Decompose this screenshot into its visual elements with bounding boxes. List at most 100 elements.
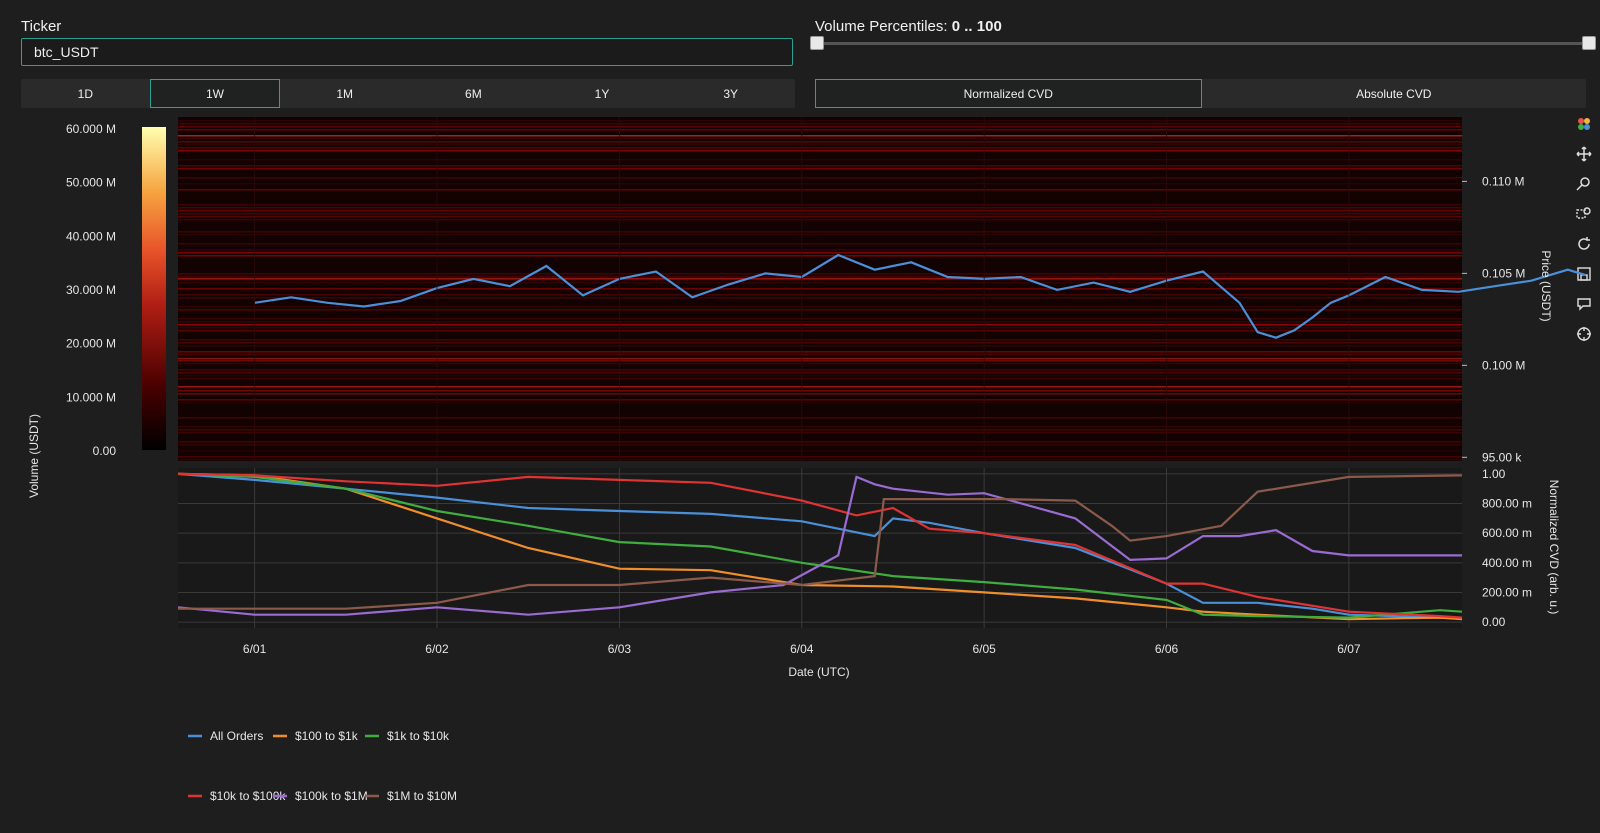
heatmap-band xyxy=(178,273,1462,275)
heatmap-band xyxy=(178,358,1462,360)
colorbar-title: Volume (USDT) xyxy=(27,414,41,498)
date-tick-label: 6/05 xyxy=(972,642,996,656)
colorbar-tick-label: 50.000 M xyxy=(66,176,116,190)
date-axis-title: Date (UTC) xyxy=(788,665,849,679)
heatmap-band xyxy=(178,135,1462,137)
cvd-tick-label: 0.00 xyxy=(1482,615,1506,629)
colorbar-tick-label: 20.000 M xyxy=(66,337,116,351)
heatmap-band xyxy=(178,321,1462,323)
date-axis-ticks: 6/01 6/02 6/03 6/04 6/05 6/06 6/07 xyxy=(243,642,1361,656)
heatmap-band xyxy=(178,318,1462,320)
heatmap-band xyxy=(178,432,1462,434)
heatmap-band xyxy=(178,231,1462,233)
price-tick-label: 0.110 M xyxy=(1482,174,1524,188)
legend-item-label[interactable]: $1k to $10k xyxy=(387,729,450,743)
timeframe-1y-button[interactable]: 1Y xyxy=(538,79,667,108)
cvd-tick-label: 400.00 m xyxy=(1482,556,1532,570)
heatmap-band xyxy=(178,360,1462,362)
cvd-tick-label: 600.00 m xyxy=(1482,526,1532,540)
heatmap-band xyxy=(178,120,1462,122)
heatmap-band xyxy=(178,417,1462,419)
heatmap-band xyxy=(178,141,1462,143)
heatmap-band xyxy=(178,234,1462,236)
heatmap-band xyxy=(178,150,1462,152)
cvd-tick-label: 200.00 m xyxy=(1482,585,1532,599)
heatmap-band xyxy=(178,189,1462,191)
heatmap-band xyxy=(178,363,1462,365)
heatmap-band xyxy=(178,441,1462,443)
date-tick-label: 6/01 xyxy=(243,642,267,656)
legend: All Orders $100 to $1k $1k to $10k$10k to … xyxy=(188,729,457,803)
heatmap-band xyxy=(178,177,1462,179)
heatmap-band xyxy=(178,294,1462,296)
colorbar-ticks: 60.000 M 50.000 M 40.000 M 30.000 M 20.000 M… xyxy=(66,122,116,458)
slider-handle-max[interactable] xyxy=(1582,36,1596,50)
legend-item-label[interactable]: $100 to $1k xyxy=(295,729,359,743)
heatmap-band xyxy=(178,278,1462,280)
price-tick-label: 0.100 M xyxy=(1482,358,1525,372)
volume-percentiles-value: 0 .. 100 xyxy=(951,18,1002,35)
heatmap-band xyxy=(178,165,1462,167)
heatmap-band xyxy=(178,216,1462,218)
heatmap-band xyxy=(178,204,1462,206)
heatmap-band xyxy=(178,288,1462,290)
heatmap-band xyxy=(178,429,1462,431)
colorbar xyxy=(142,127,166,450)
heatmap-band xyxy=(178,168,1462,170)
cvd-axis-title: Normalized CVD (arb. u.) xyxy=(1547,480,1561,615)
heatmap-band xyxy=(178,426,1462,428)
heatmap-band xyxy=(178,213,1462,215)
ticker-input[interactable] xyxy=(21,38,793,66)
volume-percentiles-slider[interactable] xyxy=(815,42,1585,45)
heatmap-band xyxy=(178,147,1462,149)
date-tick-label: 6/04 xyxy=(790,642,814,656)
absolute-cvd-button[interactable]: Absolute CVD xyxy=(1202,79,1587,108)
heatmap-band xyxy=(178,210,1462,212)
heatmap-band xyxy=(178,393,1462,395)
timeframe-1w-button[interactable]: 1W xyxy=(149,79,281,108)
date-tick-label: 6/06 xyxy=(1155,642,1179,656)
cvd-tick-label: 1.00 xyxy=(1482,467,1506,481)
colorbar-tick-label: 10.000 M xyxy=(66,390,116,404)
legend-item-label[interactable]: All Orders xyxy=(210,729,263,743)
heatmap-band xyxy=(178,309,1462,311)
heatmap-band xyxy=(178,324,1462,326)
heatmap-band xyxy=(178,459,1462,461)
timeframe-6m-button[interactable]: 6M xyxy=(409,79,538,108)
cvd-axis-ticks: 1.00 800.00 m 600.00 m 400.00 m 200.00 m 0.00 xyxy=(1482,467,1532,629)
normalized-cvd-button[interactable]: Normalized CVD xyxy=(815,79,1202,108)
heatmap-band xyxy=(178,297,1462,299)
legend-item-label[interactable]: $1M to $10M xyxy=(387,789,457,803)
colorbar-tick-label: 0.00 xyxy=(93,444,117,458)
timeframe-1m-button[interactable]: 1M xyxy=(280,79,409,108)
heatmap-band xyxy=(178,183,1462,185)
cvd-mode-selector: Normalized CVD Absolute CVD xyxy=(815,79,1586,108)
heatmap-band xyxy=(178,123,1462,125)
date-tick-label: 6/07 xyxy=(1337,642,1361,656)
timeframe-3y-button[interactable]: 3Y xyxy=(666,79,795,108)
heatmap-band xyxy=(178,402,1462,404)
timeframe-1d-button[interactable]: 1D xyxy=(21,79,150,108)
heatmap-band xyxy=(178,327,1462,329)
heatmap-band xyxy=(178,282,1462,284)
date-tick-label: 6/02 xyxy=(425,642,449,656)
colorbar-tick-label: 30.000 M xyxy=(66,283,116,297)
heatmap-band xyxy=(178,255,1462,257)
heatmap-band xyxy=(178,159,1462,161)
heatmap-band xyxy=(178,354,1462,356)
heatmap-band xyxy=(178,243,1462,245)
slider-handle-min[interactable] xyxy=(810,36,824,50)
heatmap-band xyxy=(178,450,1462,452)
ticker-label: Ticker xyxy=(21,18,62,35)
heatmap-band xyxy=(178,339,1462,341)
heatmap-band xyxy=(178,378,1462,380)
heatmap-band xyxy=(178,144,1462,146)
colorbar-tick-label: 40.000 M xyxy=(66,229,116,243)
heatmap-band xyxy=(178,342,1462,344)
heatmap-band xyxy=(178,129,1462,131)
chart-area: 60.000 M 50.000 M 40.000 M 30.000 M 20.000 M… xyxy=(27,117,1587,803)
heatmap-band xyxy=(178,126,1462,128)
timeframe-selector: 1D 1W 1M 6M 1Y 3Y xyxy=(21,79,795,108)
legend-item-label[interactable]: $100k to $1M xyxy=(295,789,368,803)
heatmap-band xyxy=(178,219,1462,221)
